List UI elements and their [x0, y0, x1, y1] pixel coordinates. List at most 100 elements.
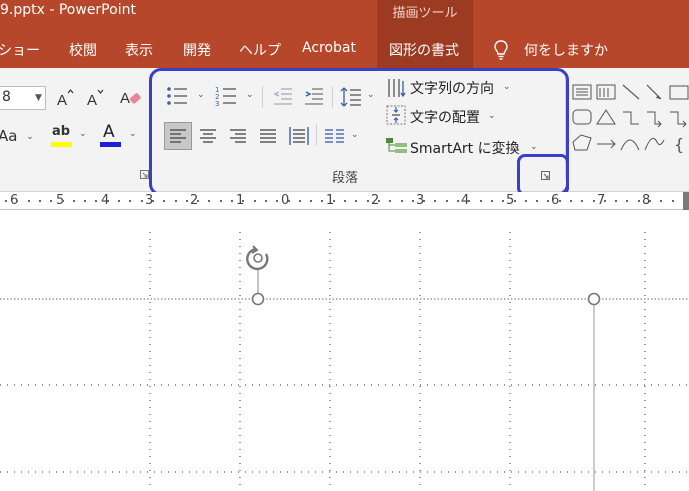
ruler-tick — [570, 200, 572, 202]
tab-review[interactable]: 校閲 — [69, 40, 97, 60]
svg-text:A: A — [57, 92, 67, 108]
drawing-tools-label: 描画ツール — [392, 6, 458, 21]
ruler-tick — [163, 200, 165, 202]
tab-shape-format[interactable]: 図形の書式 — [389, 40, 459, 60]
ruler-tick — [491, 200, 493, 202]
resize-handle-top[interactable] — [251, 292, 265, 306]
tab-developer[interactable]: 開発 — [183, 40, 211, 60]
increase-font-icon[interactable]: A — [56, 88, 74, 108]
ruler-tick — [152, 200, 154, 202]
resize-handle-top-right[interactable] — [587, 292, 601, 306]
ruler-tick — [73, 200, 75, 202]
ruler-tick — [175, 200, 177, 202]
change-case-label: Aa — [0, 127, 18, 145]
font-color-button[interactable]: A — [99, 122, 123, 148]
ruler-tick — [231, 200, 233, 202]
ruler-tick — [333, 200, 335, 202]
tab-slideshow[interactable]: ショー — [0, 40, 40, 60]
ruler-tick — [434, 200, 436, 202]
ruler-tick — [242, 200, 244, 202]
ruler-tick — [254, 200, 256, 202]
ruler-tick — [344, 200, 346, 202]
ruler-tick — [321, 200, 323, 202]
ribbon-tabs: ショー 校閲 表示 開発 ヘルプ Acrobat 図形の書式 何をしますか — [0, 40, 689, 64]
horizontal-ruler: 6 5 4 3 2 1 0 1 2 3 4 5 6 7 8 — [0, 192, 689, 210]
ruler-tick — [604, 200, 606, 202]
ruler-tick — [514, 200, 516, 202]
ruler-tick — [525, 200, 527, 202]
ruler-tick — [16, 200, 18, 202]
highlight-color-bar — [51, 142, 72, 147]
drawing-guides — [0, 232, 689, 491]
tab-help[interactable]: ヘルプ — [239, 40, 281, 60]
window-title: 9.pptx - PowerPoint — [0, 2, 136, 18]
change-case-button[interactable]: Aa ⌄ — [0, 127, 34, 145]
ruler-tick — [626, 200, 628, 202]
ruler-tick — [62, 200, 64, 202]
ruler-tick — [208, 200, 210, 202]
tell-me-search[interactable]: 何をしますか — [524, 40, 608, 60]
shapes-gallery[interactable]: { — [572, 80, 689, 164]
ruler-tick — [559, 200, 561, 202]
ruler-tick — [84, 200, 86, 202]
ruler-tick — [457, 200, 459, 202]
ruler-tick — [220, 200, 222, 202]
svg-text:{: { — [674, 135, 684, 154]
svg-text:A: A — [120, 90, 130, 107]
ruler-tick — [536, 200, 538, 202]
lightbulb-icon — [494, 40, 508, 60]
ruler-tick — [581, 200, 583, 202]
rotate-handle-icon[interactable] — [246, 245, 269, 271]
ruler-tick — [50, 200, 52, 202]
chevron-down-icon[interactable]: ⌄ — [129, 129, 137, 139]
ruler-tick — [615, 200, 617, 202]
ruler-end-marker — [683, 192, 689, 210]
chevron-down-icon: ⌄ — [26, 132, 34, 142]
ruler-tick — [660, 200, 662, 202]
font-size-box[interactable]: 8 ▼ — [0, 86, 46, 110]
ruler-tick — [502, 200, 504, 202]
ruler-tick — [672, 200, 674, 202]
tab-acrobat[interactable]: Acrobat — [302, 40, 356, 56]
highlight-color-button[interactable]: ab — [50, 124, 76, 148]
svg-text:A: A — [87, 92, 97, 108]
chevron-down-icon: ▼ — [35, 93, 42, 103]
ruler-tick — [310, 200, 312, 202]
ruler-tick — [141, 200, 143, 202]
ruler-tick — [480, 200, 482, 202]
ruler-tick — [547, 200, 549, 202]
title-bar: 9.pptx - PowerPoint 描画ツール ショー 校閲 表示 開発 ヘ… — [0, 0, 689, 68]
font-size-value: 8 — [2, 89, 11, 105]
ruler-tick — [468, 200, 470, 202]
ruler-tick — [412, 200, 414, 202]
ruler-tick — [197, 200, 199, 202]
ruler-tick — [446, 200, 448, 202]
ruler-tick — [28, 200, 30, 202]
clear-format-icon[interactable]: A — [119, 86, 143, 108]
highlight-pen-icon: ab — [52, 124, 71, 139]
ruler-tick — [367, 200, 369, 202]
paragraph-group-highlight — [149, 68, 569, 196]
ruler-tick — [378, 200, 380, 202]
ruler-tick — [593, 200, 595, 202]
tab-view[interactable]: 表示 — [125, 40, 153, 60]
ruler-tick — [118, 200, 120, 202]
ruler-tick — [95, 200, 97, 202]
ruler-tick — [5, 200, 7, 202]
ruler-tick — [39, 200, 41, 202]
ruler-tick — [355, 200, 357, 202]
ribbon: 8 ▼ A A A Aa ⌄ ab ⌄ A ⌄ ⌄ 123 ⌄ ⌄ 文字列の方向… — [0, 68, 689, 196]
ruler-tick — [276, 200, 278, 202]
ruler-tick — [649, 200, 651, 202]
slide-canvas[interactable] — [0, 210, 689, 491]
ruler-tick — [299, 200, 301, 202]
chevron-down-icon[interactable]: ⌄ — [79, 129, 87, 139]
ruler-tick — [107, 200, 109, 202]
ruler-tick — [186, 200, 188, 202]
ruler-tick — [288, 200, 290, 202]
ruler-tick — [401, 200, 403, 202]
decrease-font-icon[interactable]: A — [86, 88, 104, 108]
dialog-launcher-highlight — [517, 154, 569, 196]
ruler-tick — [638, 200, 640, 202]
ruler-tick — [129, 200, 131, 202]
